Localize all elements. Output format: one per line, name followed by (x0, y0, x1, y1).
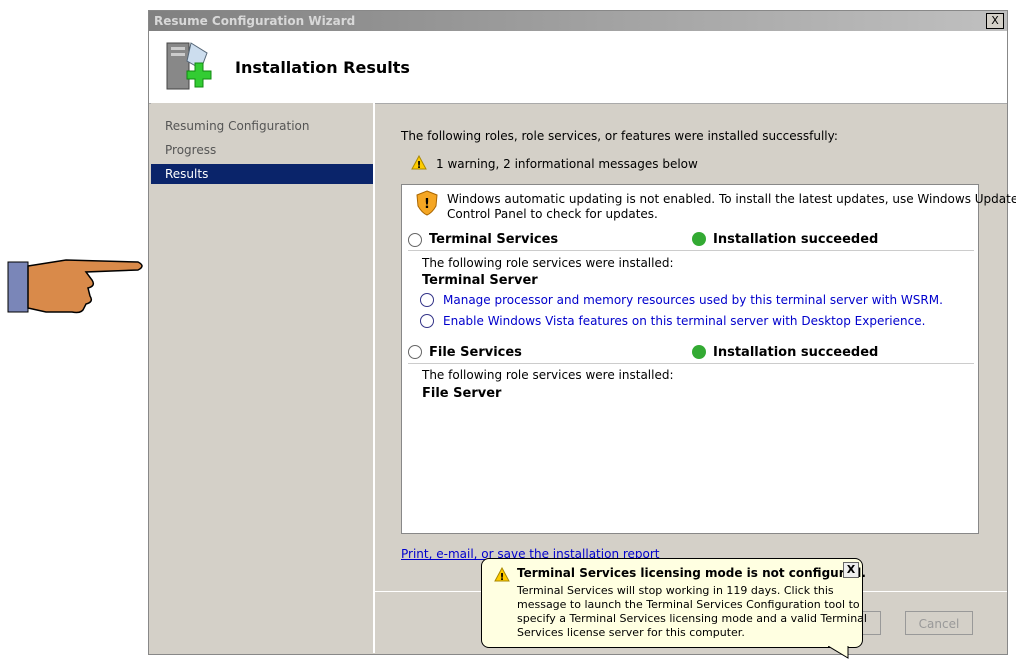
balloon-line: Terminal Services will stop working in 1… (517, 584, 834, 597)
balloon-line: Services license server for this compute… (517, 626, 745, 639)
info-icon (420, 293, 434, 307)
balloon-title: Terminal Services licensing mode is not … (517, 566, 866, 580)
balloon-line: message to launch the Terminal Services … (517, 598, 860, 611)
success-check-icon (692, 232, 706, 246)
wsrm-link[interactable]: Manage processor and memory resources us… (443, 293, 943, 307)
svg-text:!: ! (424, 197, 430, 212)
nav-item-progress[interactable]: Progress (151, 140, 373, 160)
desktop-experience-link[interactable]: Enable Windows Vista features on this te… (443, 314, 925, 328)
title-bar: Resume Configuration Wizard (149, 11, 1007, 31)
collapse-icon[interactable] (408, 233, 422, 247)
section-note: The following role services were install… (422, 256, 674, 270)
summary-text: 1 warning, 2 informational messages belo… (436, 157, 698, 171)
results-box: ! Windows automatic updating is not enab… (401, 184, 1016, 534)
warning-line-1: Windows automatic updating is not enable… (447, 192, 1016, 206)
svg-text:!: ! (500, 572, 505, 582)
cancel-button[interactable]: Cancel (905, 611, 973, 635)
service-name: File Server (422, 386, 502, 401)
warning-icon: ! (494, 567, 510, 582)
warning-line-2: Control Panel to check for updates. (447, 207, 658, 221)
server-add-icon (166, 42, 212, 90)
section-title-terminal-services: Terminal Services (429, 232, 559, 247)
page-title: Installation Results (235, 58, 410, 77)
pointing-hand-icon (7, 259, 143, 314)
collapse-icon[interactable] (408, 345, 422, 359)
nav-item-resuming-configuration[interactable]: Resuming Configuration (151, 116, 373, 136)
balloon-line: specify a Terminal Services licensing mo… (517, 612, 867, 625)
section-title-file-services: File Services (429, 345, 522, 360)
success-check-icon (692, 345, 706, 359)
warning-icon: ! (411, 155, 427, 170)
section-note: The following role services were install… (422, 368, 674, 382)
service-name: Terminal Server (422, 273, 538, 288)
balloon-close-button[interactable]: X (843, 562, 859, 578)
wizard-nav: Resuming Configuration Progress Results (151, 103, 375, 653)
wizard-header: Installation Results (149, 31, 1007, 104)
info-icon (420, 314, 434, 328)
shield-warning-icon: ! (416, 190, 438, 216)
balloon-pointer (828, 646, 849, 659)
section-status: Installation succeeded (713, 232, 879, 247)
intro-text: The following roles, role services, or f… (401, 129, 838, 143)
close-button[interactable]: X (986, 13, 1004, 29)
section-status: Installation succeeded (713, 345, 879, 360)
svg-text:!: ! (417, 160, 422, 170)
notification-balloon[interactable]: ! Terminal Services licensing mode is no… (481, 558, 867, 648)
nav-item-results[interactable]: Results (151, 164, 373, 184)
